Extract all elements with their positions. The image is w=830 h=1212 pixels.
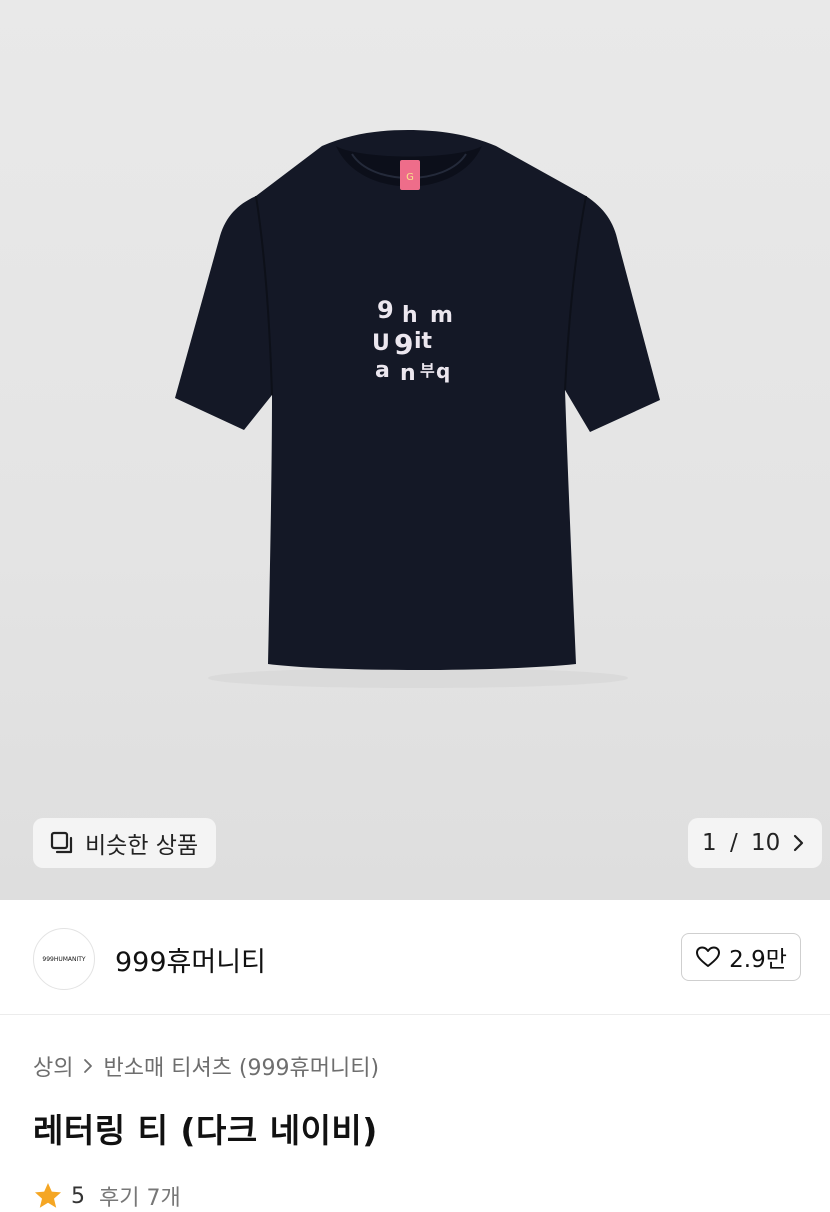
svg-text:9: 9 [394, 328, 413, 361]
chevron-right-icon [84, 1059, 93, 1073]
product-title: 레터링 티 (다크 네이비) [33, 1111, 378, 1150]
svg-text:G: G [406, 172, 414, 183]
brand-name[interactable]: 999휴머니티 [115, 940, 266, 979]
svg-text:U: U [372, 331, 390, 356]
image-counter: 1 / 10 [702, 830, 780, 856]
similar-products-button[interactable]: 비슷한 상품 [33, 818, 217, 868]
rating-value: 5 [71, 1183, 85, 1209]
product-photo: G 9 h m U 9 it a n 부 q [175, 130, 660, 688]
svg-text:m: m [430, 303, 453, 328]
review-count: 후기 7개 [99, 1186, 181, 1211]
total-pages: 10 [751, 830, 781, 856]
image-counter-button[interactable]: 1 / 10 [688, 818, 823, 868]
heart-icon [696, 946, 721, 967]
like-count: 2.9만 [729, 947, 787, 973]
current-page: 1 [702, 830, 717, 856]
svg-text:a: a [375, 358, 390, 383]
brand-row: 999HUMANITY 999휴머니티 2.9만 [0, 900, 830, 1015]
svg-text:h: h [402, 303, 418, 328]
product-image-gallery[interactable]: G 9 h m U 9 it a n 부 q 비슷한 상품 1 / 10 [0, 0, 830, 900]
rating-row[interactable]: 5 후기 7개 [33, 1180, 181, 1212]
brand-logo[interactable]: 999HUMANITY [33, 928, 95, 990]
star-icon [35, 1183, 61, 1208]
svg-text:부: 부 [420, 361, 435, 380]
svg-text:q: q [436, 359, 450, 383]
similar-products-label: 비슷한 상품 [85, 833, 199, 859]
svg-text:9: 9 [377, 296, 394, 324]
breadcrumb-item-subcategory[interactable]: 반소매 티셔츠 (999휴머니티) [103, 1050, 379, 1082]
svg-text:n: n [400, 361, 416, 386]
svg-text:it: it [414, 329, 433, 354]
page-separator: / [729, 830, 738, 856]
breadcrumb-item-category[interactable]: 상의 [33, 1050, 73, 1082]
chevron-right-icon [794, 834, 804, 852]
like-button[interactable]: 2.9만 [681, 933, 801, 981]
brand-logo-text: 999HUMANITY [42, 955, 86, 963]
copy-icon [50, 831, 73, 854]
breadcrumb: 상의 반소매 티셔츠 (999휴머니티) [33, 1050, 379, 1082]
